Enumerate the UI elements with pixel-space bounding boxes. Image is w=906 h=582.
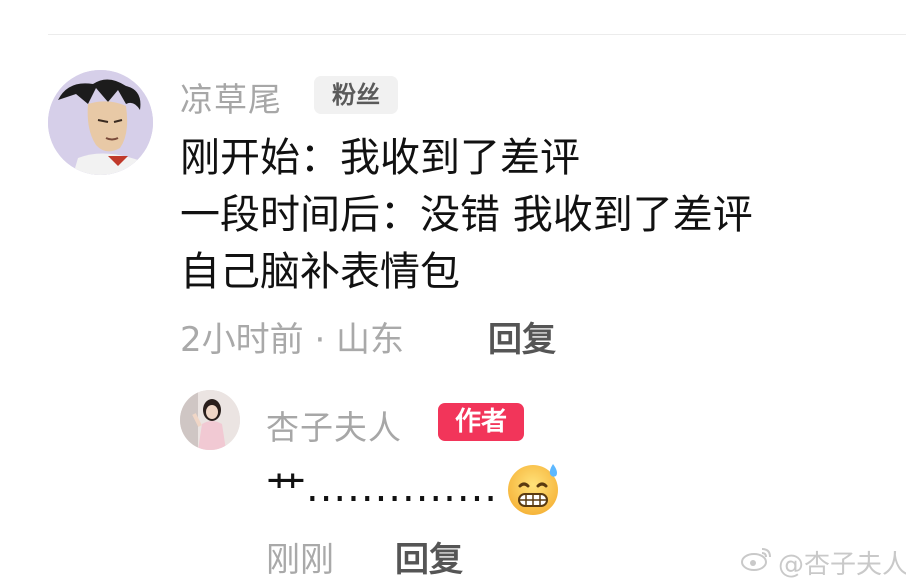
commenter-username[interactable]: 凉草尾 (180, 73, 282, 121)
top-divider (48, 34, 906, 35)
reply-meta: 刚刚 (266, 540, 334, 580)
author-badge: 作者 (438, 403, 524, 441)
comment-line: 刚开始：我收到了差评 (180, 135, 580, 181)
reply-dots: .............. (306, 465, 499, 511)
comment-line: 一段时间后：没错 我收到了差评 (180, 192, 753, 238)
author-username[interactable]: 杏子夫人 (266, 401, 402, 449)
comment-meta: 2小时前 · 山东 (180, 320, 405, 360)
watermark-text: @杏子夫人 (778, 550, 906, 580)
reply-text: 艹 (266, 469, 306, 515)
weibo-icon (740, 545, 778, 580)
reply-button[interactable]: 回复 (395, 532, 463, 581)
watermark: @杏子夫人 (740, 544, 906, 581)
fan-badge: 粉丝 (314, 76, 398, 114)
comment-line: 自己脑补表情包 (180, 249, 460, 295)
grinning-sweat-emoji-icon (504, 458, 564, 518)
commenter-avatar[interactable] (48, 70, 153, 175)
reply-button[interactable]: 回复 (488, 312, 556, 361)
comment-content: 刚开始：我收到了差评 一段时间后：没错 我收到了差评 自己脑补表情包 (180, 130, 753, 301)
author-avatar[interactable] (180, 390, 240, 450)
reply-content: 艹 .............. (266, 458, 564, 518)
